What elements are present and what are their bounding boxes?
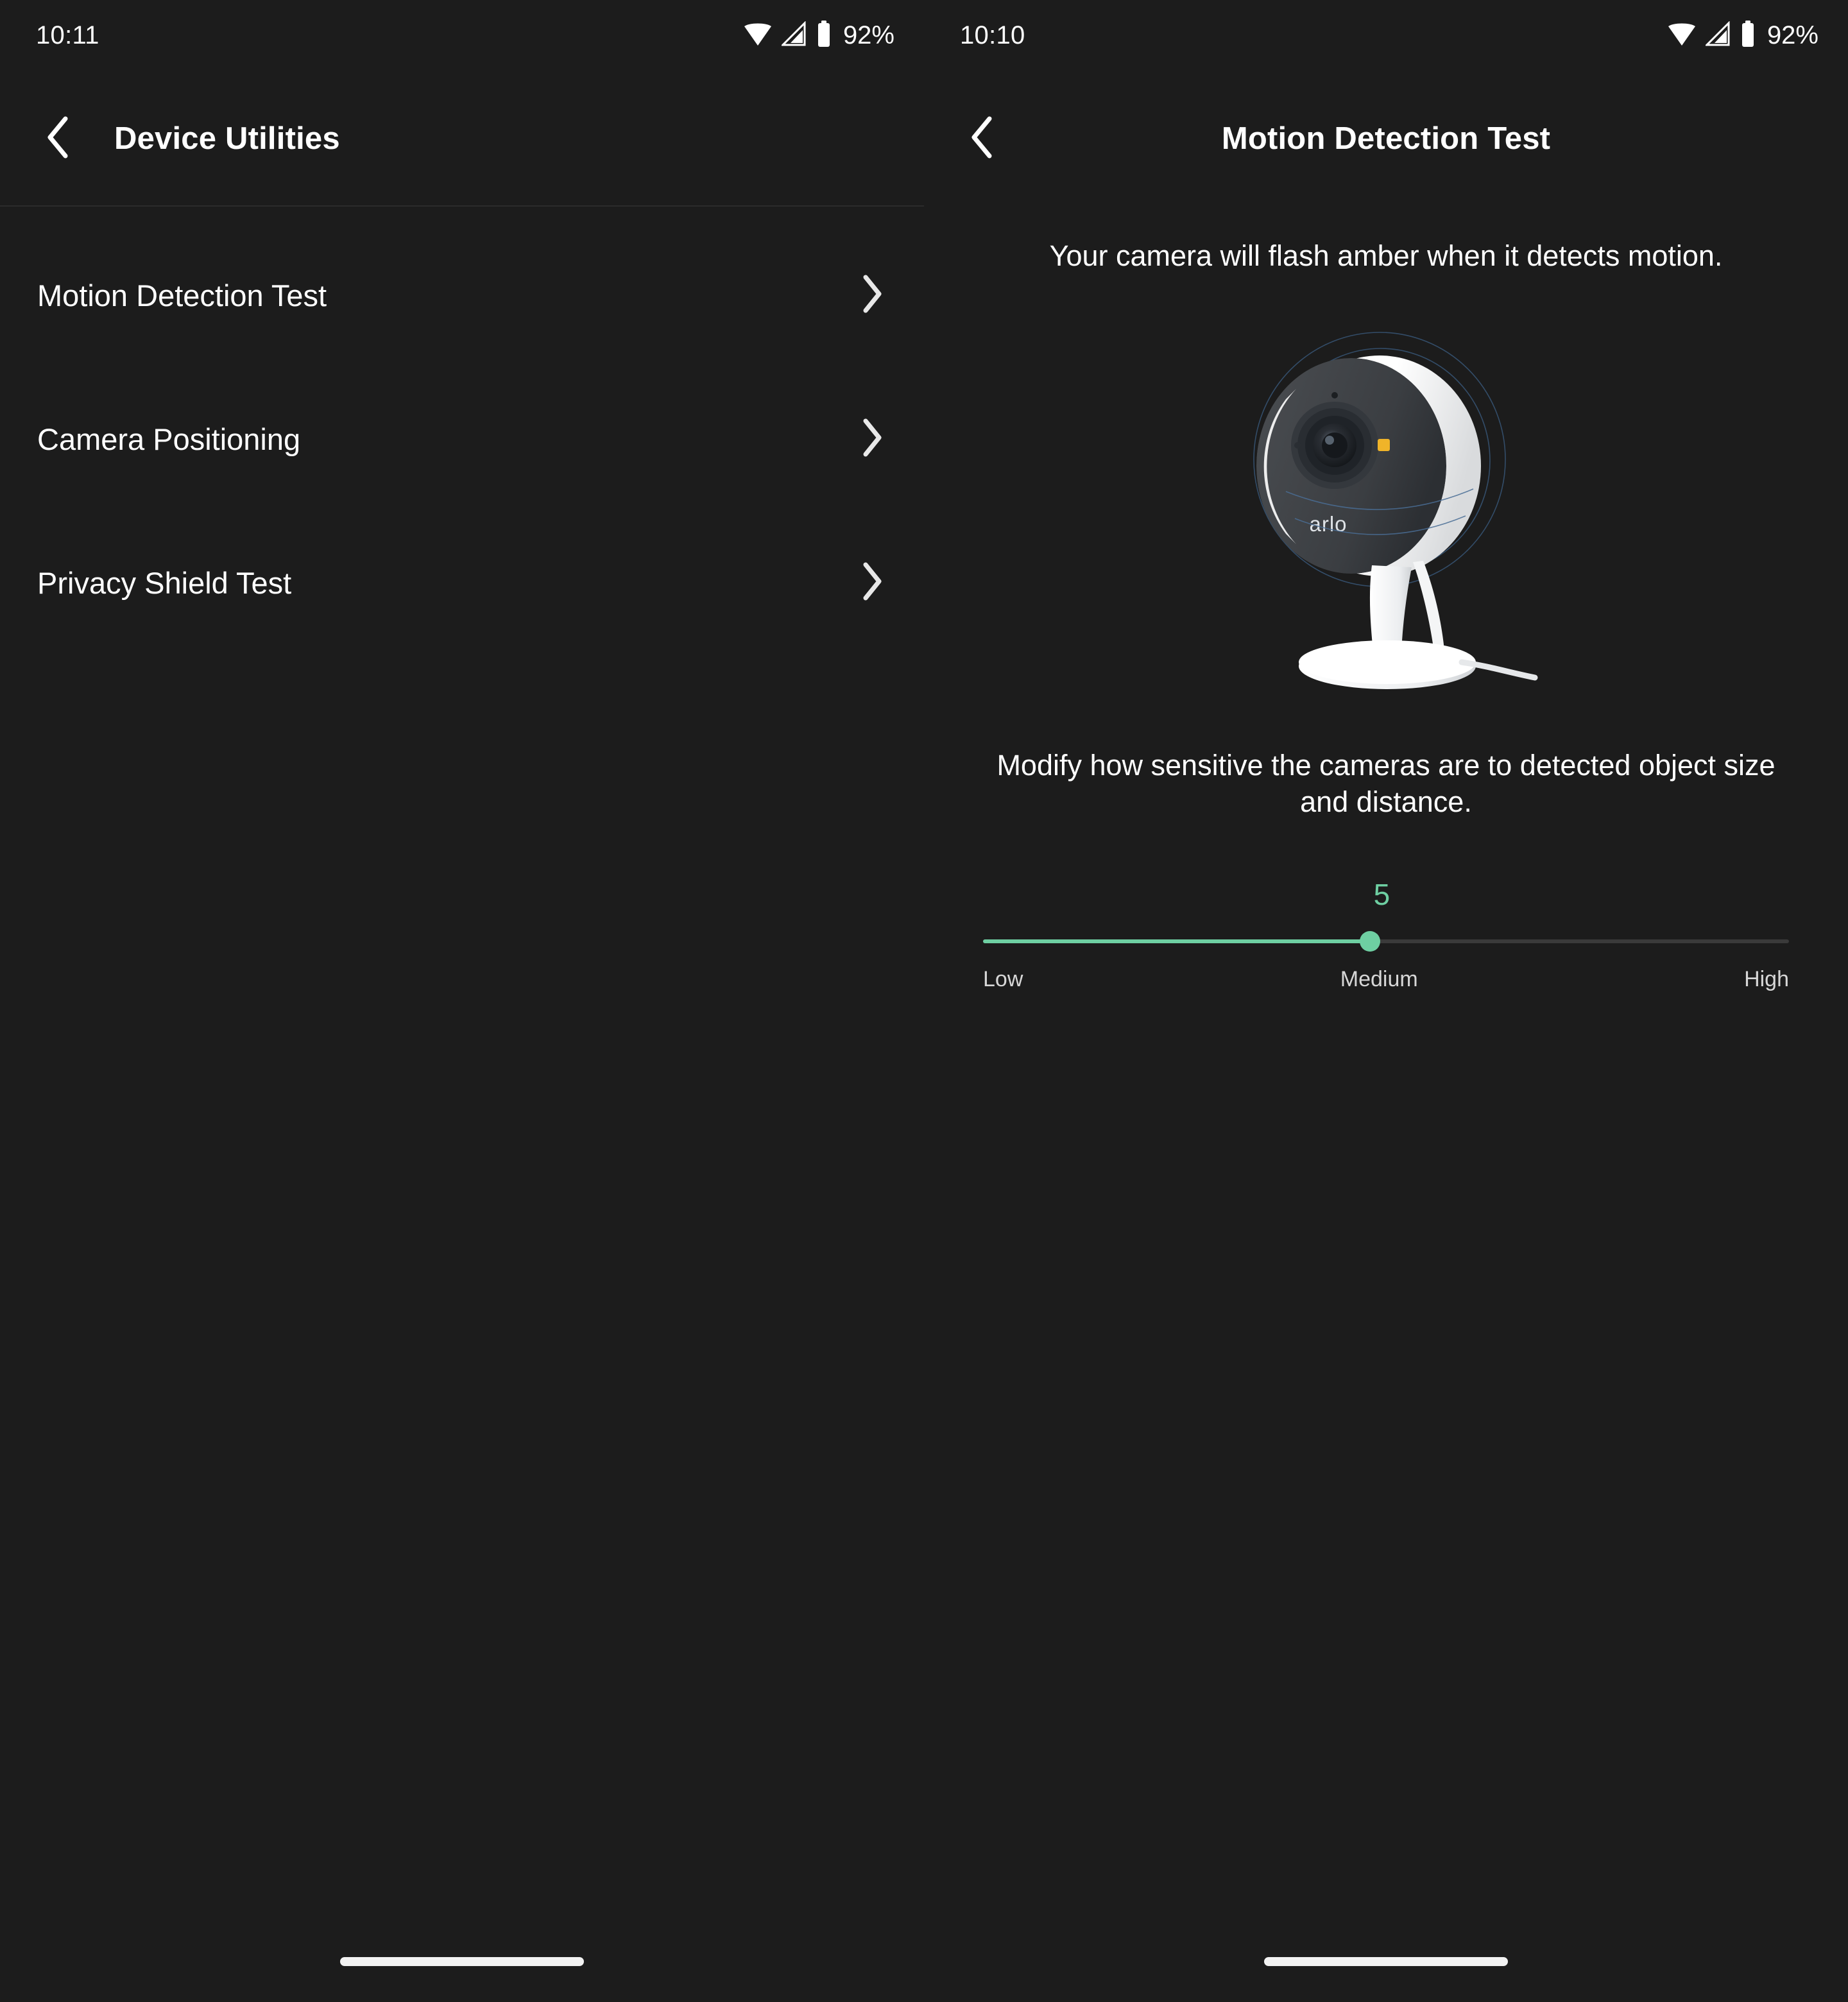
wifi-icon <box>1667 21 1697 50</box>
list-item-camera-positioning[interactable]: Camera Positioning <box>0 367 924 511</box>
slider-label-high: High <box>1744 966 1789 991</box>
home-indicator[interactable] <box>1264 1957 1508 1966</box>
chevron-right-icon <box>860 273 884 318</box>
slider-thumb[interactable] <box>1359 930 1380 952</box>
battery-icon <box>1740 20 1756 51</box>
status-bar-right: 10:10 92% <box>924 0 1848 71</box>
list-item-privacy-shield-test[interactable]: Privacy Shield Test <box>0 511 924 654</box>
sensitivity-description: Modify how sensitive the cameras are to … <box>997 748 1775 819</box>
slider-tick-labels: Low Medium High <box>983 967 1789 992</box>
nav-bar-left: Device Utilities <box>0 71 924 207</box>
status-bar-clock: 10:11 <box>36 21 99 49</box>
chevron-right-icon <box>860 417 884 461</box>
status-bar-icons: 92% <box>1667 20 1818 51</box>
cellular-signal-icon <box>1704 20 1731 50</box>
device-utilities-screen: 10:11 92% Device Utilities Motion Detect… <box>0 0 924 2002</box>
dual-screen-container: 10:11 92% Device Utilities Motion Detect… <box>0 0 1848 2002</box>
status-bar-clock: 10:10 <box>960 21 1025 49</box>
battery-percent-label: 92% <box>843 21 894 49</box>
chevron-right-icon <box>860 561 884 605</box>
sensitivity-slider-block: 5 Low Medium High <box>924 877 1848 992</box>
slider-track-fill <box>983 939 1370 943</box>
page-title: Motion Detection Test <box>1221 121 1551 156</box>
slider-label-medium: Medium <box>1340 966 1418 991</box>
chevron-left-icon <box>968 115 995 163</box>
brand-label: arlo <box>1309 512 1347 536</box>
arlo-camera-illustration: arlo <box>1253 331 1538 689</box>
list-item-label: Privacy Shield Test <box>37 565 292 600</box>
nav-bar-right: Motion Detection Test <box>924 71 1848 207</box>
cellular-signal-icon <box>780 20 807 50</box>
wifi-icon <box>743 21 773 50</box>
back-button[interactable] <box>943 100 1020 177</box>
utilities-list: Motion Detection Test Camera Positioning… <box>0 207 924 654</box>
battery-percent-label: 92% <box>1767 21 1818 49</box>
sensitivity-slider[interactable] <box>983 927 1789 955</box>
motion-detection-test-screen: 10:10 92% Motion Detection Test Your cam… <box>924 0 1848 2002</box>
battery-icon <box>816 20 832 51</box>
page-title: Device Utilities <box>114 121 340 156</box>
camera-illustration-wrap: arlo <box>924 299 1848 735</box>
slider-value-label: 5 <box>1373 877 1390 911</box>
home-indicator[interactable] <box>340 1957 584 1966</box>
slider-label-low: Low <box>983 966 1023 991</box>
status-bar-icons: 92% <box>743 20 894 51</box>
chevron-left-icon <box>44 115 71 163</box>
list-item-motion-detection-test[interactable]: Motion Detection Test <box>0 223 924 367</box>
back-button[interactable] <box>19 100 96 177</box>
list-item-label: Motion Detection Test <box>37 278 327 312</box>
status-bar-left: 10:11 92% <box>0 0 924 71</box>
motion-flash-description: Your camera will flash amber when it det… <box>1049 239 1723 272</box>
list-item-label: Camera Positioning <box>37 422 301 456</box>
